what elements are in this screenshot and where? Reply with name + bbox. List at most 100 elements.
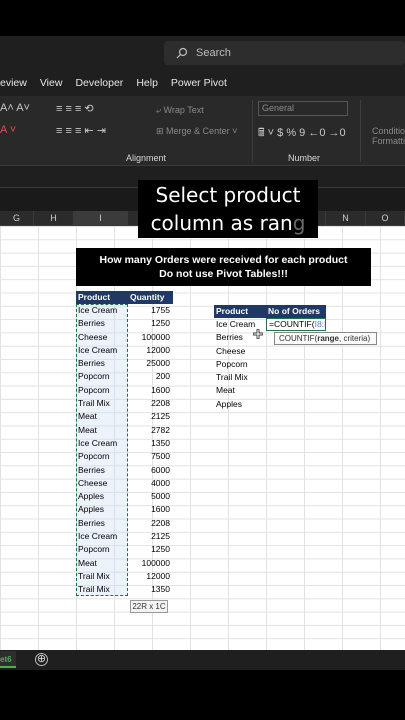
align-top-icons[interactable]: ≡ ≡ ≡ ⟲ (56, 102, 94, 115)
orders-cell-product[interactable]: Trail Mix (76, 570, 128, 583)
orders-cell-quantity[interactable]: 5000 (128, 490, 173, 503)
orders-cell-product[interactable]: Meat (76, 557, 128, 570)
sheet-tab-bar (0, 650, 405, 670)
orders-cell-product[interactable]: Ice Cream (76, 437, 128, 450)
orders-cell-product[interactable]: Cheese (76, 477, 128, 490)
number-format-icons[interactable]: 🖩 ˅ $ % 9 ←0 →0 (258, 124, 346, 143)
orders-row: Ice Cream 12000 (76, 344, 173, 357)
orders-cell-quantity[interactable]: 1755 (128, 304, 173, 317)
orders-cell-product[interactable]: Berries (76, 464, 128, 477)
orders-row: Popcorn 1600 (76, 384, 173, 397)
summary-cell-product[interactable]: Trail Mix (214, 371, 266, 384)
summary-header-product[interactable]: Product (214, 305, 266, 318)
orders-cell-product[interactable]: Berries (76, 517, 128, 530)
column-header-h[interactable]: H (34, 211, 74, 226)
orders-cell-product[interactable]: Cheese (76, 331, 128, 344)
column-header-i[interactable]: I (74, 211, 128, 226)
merge-center-button[interactable]: ⊞ Merge & Center ˅ (156, 126, 237, 137)
menu-help[interactable]: Help (136, 77, 158, 89)
conditional-formatting-button[interactable]: Conditio Formatti (372, 126, 405, 146)
orders-cell-quantity[interactable]: 4000 (128, 477, 173, 490)
align-horizontal-icons[interactable]: ≡ ≡ ≡ ⇤ ⇥ (56, 124, 106, 137)
alignment-group-label: Alignment (126, 153, 167, 163)
summary-cell-product[interactable]: Meat (214, 384, 266, 397)
formula-editing-cell[interactable]: =COUNTIF(I8:I29 (266, 318, 326, 331)
orders-cell-quantity[interactable]: 1250 (128, 317, 173, 330)
menu-bar: eview View Developer Help Power Pivot (0, 70, 405, 96)
orders-cell-product[interactable]: Meat (76, 410, 128, 423)
orders-cell-product[interactable]: Berries (76, 317, 128, 330)
summary-row: Cheese (214, 345, 326, 358)
function-hint-tooltip: COUNTIF(range, criteria) (274, 332, 377, 345)
number-format-dropdown[interactable]: General (258, 101, 348, 116)
summary-cell-product[interactable]: Apples (214, 398, 266, 411)
orders-cell-quantity[interactable]: 2782 (128, 424, 173, 437)
orders-cell-quantity[interactable]: 25000 (128, 357, 173, 370)
summary-cell-product[interactable]: Cheese (214, 345, 266, 358)
orders-cell-quantity[interactable]: 6000 (128, 464, 173, 477)
caption-line-2: column as rang (150, 211, 306, 235)
orders-row: Trail Mix 1350 (76, 583, 173, 596)
orders-cell-quantity[interactable]: 200 (128, 370, 173, 383)
orders-cell-product[interactable]: Ice Cream (76, 304, 128, 317)
selection-size-tooltip: 22R x 1C (130, 600, 168, 613)
summary-cell-orders[interactable] (266, 371, 326, 384)
summary-cell-orders[interactable] (266, 345, 326, 358)
orders-cell-quantity[interactable]: 7500 (128, 450, 173, 463)
orders-body: Ice Cream 1755 Berries 1250 Cheese 100000 Ice … (76, 304, 173, 597)
orders-cell-quantity[interactable]: 1600 (128, 503, 173, 516)
summary-cell-product[interactable]: Popcorn (214, 358, 266, 371)
orders-row: Berries 25000 (76, 357, 173, 370)
orders-cell-product[interactable]: Popcorn (76, 543, 128, 556)
orders-cell-quantity[interactable]: 1350 (128, 583, 173, 596)
summary-cell-orders[interactable] (266, 358, 326, 371)
font-size-controls[interactable]: A˄ A˅ (0, 102, 30, 114)
menu-power-pivot[interactable]: Power Pivot (171, 77, 227, 89)
orders-cell-product[interactable]: Popcorn (76, 384, 128, 397)
font-color-icon[interactable]: A ˅ (0, 124, 16, 136)
orders-cell-quantity[interactable]: 1250 (128, 543, 173, 556)
orders-row: Meat 100000 (76, 557, 173, 570)
sheet-tab[interactable]: et6 (0, 651, 16, 668)
search-box[interactable]: Search (164, 41, 405, 65)
orders-cell-product[interactable]: Trail Mix (76, 397, 128, 410)
menu-review[interactable]: eview (0, 77, 27, 89)
column-header-g[interactable]: G (0, 211, 34, 226)
orders-cell-product[interactable]: Meat (76, 424, 128, 437)
orders-cell-quantity[interactable]: 1600 (128, 384, 173, 397)
orders-cell-product[interactable]: Berries (76, 357, 128, 370)
orders-cell-quantity[interactable]: 12000 (128, 344, 173, 357)
menu-view[interactable]: View (40, 77, 63, 89)
orders-cell-product[interactable]: Ice Cream (76, 530, 128, 543)
orders-cell-quantity[interactable]: 2208 (128, 397, 173, 410)
column-header-o[interactable]: O (366, 211, 405, 226)
worksheet-grid[interactable] (0, 226, 405, 650)
orders-row: Ice Cream 2125 (76, 530, 173, 543)
summary-header-orders[interactable]: No of Orders (266, 305, 326, 318)
orders-cell-quantity[interactable]: 2125 (128, 410, 173, 423)
orders-cell-product[interactable]: Ice Cream (76, 344, 128, 357)
orders-header-product[interactable]: Product (76, 291, 128, 304)
orders-cell-product[interactable]: Trail Mix (76, 583, 128, 596)
summary-cell-orders[interactable] (266, 384, 326, 397)
orders-table: Product Quantity Ice Cream 1755 Berries 125… (76, 291, 173, 597)
orders-row: Popcorn 1250 (76, 543, 173, 556)
add-sheet-icon[interactable]: ⊕ (35, 653, 48, 666)
orders-cell-product[interactable]: Apples (76, 503, 128, 516)
column-header-n[interactable]: N (326, 211, 366, 226)
orders-header-quantity[interactable]: Quantity (128, 291, 173, 304)
orders-cell-product[interactable]: Popcorn (76, 450, 128, 463)
orders-cell-quantity[interactable]: 2208 (128, 517, 173, 530)
orders-cell-quantity[interactable]: 12000 (128, 570, 173, 583)
orders-row: Apples 1600 (76, 503, 173, 516)
orders-cell-quantity[interactable]: 2125 (128, 530, 173, 543)
orders-cell-product[interactable]: Popcorn (76, 370, 128, 383)
menu-developer[interactable]: Developer (75, 77, 123, 89)
wrap-text-button[interactable]: ⤶ Wrap Text (156, 105, 204, 116)
orders-cell-product[interactable]: Apples (76, 490, 128, 503)
orders-row: Cheese 100000 (76, 331, 173, 344)
orders-cell-quantity[interactable]: 1350 (128, 437, 173, 450)
orders-cell-quantity[interactable]: 100000 (128, 331, 173, 344)
summary-cell-orders[interactable] (266, 398, 326, 411)
orders-cell-quantity[interactable]: 100000 (128, 557, 173, 570)
